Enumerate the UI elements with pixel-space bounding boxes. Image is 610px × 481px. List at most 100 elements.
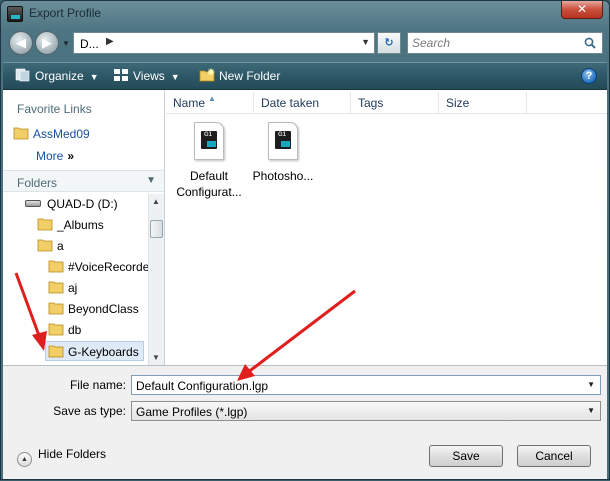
views-icon <box>114 69 128 81</box>
column-label: Name <box>173 96 206 110</box>
address-path: D... <box>80 37 99 51</box>
tree-item-db[interactable]: db <box>48 320 81 340</box>
folder-icon <box>48 345 64 358</box>
save-as-type-dropdown-icon[interactable]: ▼ <box>587 406 595 415</box>
save-as-type-select[interactable]: Game Profiles (*.lgp) ▼ <box>131 401 601 421</box>
more-arrows-icon: » <box>67 149 74 163</box>
save-as-type-value: Game Profiles (*.lgp) <box>136 405 248 419</box>
file-label-line: Configurat... <box>176 185 242 199</box>
title-bar: Export Profile ✕ <box>1 1 609 27</box>
export-profile-dialog: Export Profile ✕ ◀ ▶ ▼ D... ▶ ▼ ↻ Search… <box>0 0 610 480</box>
folder-tree-scrollbar[interactable]: ▲ ▼ <box>148 194 164 365</box>
address-bar[interactable]: D... ▶ ▼ <box>73 32 375 54</box>
organize-menu[interactable]: Organize ▼ <box>15 68 99 86</box>
forward-button[interactable]: ▶ <box>35 31 59 55</box>
file-item-default-configuration[interactable]: G1 Default Configurat... <box>176 122 242 200</box>
refresh-icon: ↻ <box>384 37 394 49</box>
views-menu[interactable]: Views ▼ <box>113 68 180 86</box>
favorite-link-assmed09[interactable]: AssMed09 <box>13 126 90 141</box>
forward-arrow-icon: ▶ <box>42 35 52 50</box>
back-button[interactable]: ◀ <box>9 31 33 55</box>
lgp-file-icon: G1 <box>194 122 224 160</box>
column-header-date-taken[interactable]: Date taken <box>254 92 351 114</box>
more-label: More <box>36 149 64 163</box>
tree-item-aj[interactable]: aj <box>48 278 77 298</box>
save-button[interactable]: Save <box>429 445 503 467</box>
sort-ascending-icon: ▲ <box>208 94 216 103</box>
tree-item-voicerecorder[interactable]: #VoiceRecorder <box>48 257 148 277</box>
navigation-bar: ◀ ▶ ▼ D... ▶ ▼ ↻ <box>1 27 609 61</box>
search-input[interactable] <box>412 35 572 51</box>
folders-collapse-icon: ▼ <box>146 175 156 186</box>
new-folder-label: New Folder <box>219 69 281 83</box>
tree-item-label: db <box>68 323 82 337</box>
scroll-up-icon[interactable]: ▲ <box>152 197 160 206</box>
favorites-more-link[interactable]: More» <box>36 149 74 163</box>
lgp-file-icon: G1 <box>268 122 298 160</box>
organize-label: Organize <box>35 69 84 83</box>
new-folder-button[interactable]: New Folder <box>199 68 280 86</box>
app-icon <box>7 6 23 22</box>
folder-tree: QUAD-D (D:) _Albums a #VoiceRecorder aj … <box>3 194 148 365</box>
column-header-size[interactable]: Size <box>439 92 527 114</box>
browse-panes: Favorite Links AssMed09 More» Folders ▼ … <box>3 90 607 365</box>
folder-icon <box>48 323 64 336</box>
file-label-line: Photosho... <box>252 169 314 183</box>
tree-item-label: G-Keyboards <box>68 345 139 359</box>
folder-icon <box>48 281 64 294</box>
column-headers: ▲ Name Date taken Tags Size <box>166 90 607 114</box>
breadcrumb-chevron-icon[interactable]: ▶ <box>106 36 114 47</box>
file-name-value[interactable]: Default Configuration.lgp <box>136 379 268 393</box>
tree-item-label: _Albums <box>57 218 104 232</box>
refresh-button[interactable]: ↻ <box>377 32 401 54</box>
help-icon[interactable]: ? <box>581 68 597 84</box>
search-box[interactable] <box>407 32 603 54</box>
folder-icon <box>37 218 53 231</box>
chevron-up-icon: ▲ <box>17 452 32 467</box>
back-arrow-icon: ◀ <box>16 35 26 50</box>
folder-icon <box>48 302 64 315</box>
file-label: Default Configurat... <box>176 168 242 200</box>
command-toolbar: Organize ▼ Views ▼ New Folder ? <box>3 62 607 90</box>
tree-item-beyondclass[interactable]: BeyondClass <box>48 299 139 319</box>
file-name-dropdown-icon[interactable]: ▼ <box>587 380 595 389</box>
column-header-name[interactable]: ▲ Name <box>166 92 254 114</box>
file-list-pane: ▲ Name Date taken Tags Size G1 Default C… <box>166 90 607 365</box>
tree-item-label: aj <box>68 281 78 295</box>
new-folder-icon <box>199 68 215 82</box>
tree-item-quad-d[interactable]: QUAD-D (D:) <box>25 194 118 214</box>
file-name-field[interactable]: Default Configuration.lgp ▼ <box>131 375 601 395</box>
column-label: Tags <box>358 96 384 110</box>
search-icon[interactable] <box>584 37 596 49</box>
organize-caret-icon: ▼ <box>89 72 99 82</box>
folder-icon <box>48 260 64 273</box>
folders-title: Folders <box>17 176 58 190</box>
tree-item-label: #VoiceRecorder <box>68 260 148 274</box>
favorite-link-label: AssMed09 <box>33 127 90 141</box>
tree-item-a[interactable]: a <box>37 236 64 256</box>
address-dropdown-icon[interactable]: ▼ <box>361 37 370 47</box>
recent-pages-dropdown[interactable]: ▼ <box>62 39 70 48</box>
file-item-photoshop[interactable]: G1 Photosho... <box>250 122 316 184</box>
favorite-links-title: Favorite Links <box>17 102 92 116</box>
cancel-button[interactable]: Cancel <box>517 445 591 467</box>
tree-item-albums[interactable]: _Albums <box>37 215 104 235</box>
tree-item-g-keyboards[interactable]: G-Keyboards <box>45 341 144 361</box>
save-as-type-label: Save as type: <box>53 404 126 418</box>
hide-folders-toggle[interactable]: ▲ Hide Folders <box>17 447 106 467</box>
hide-folders-label: Hide Folders <box>38 447 107 461</box>
navigation-pane: Favorite Links AssMed09 More» Folders ▼ … <box>3 90 165 365</box>
file-label: Photosho... <box>250 168 316 184</box>
tree-item-label: a <box>57 239 64 253</box>
drive-icon <box>25 200 41 207</box>
save-form: File name: Default Configuration.lgp ▼ S… <box>3 365 607 479</box>
scrollbar-thumb[interactable] <box>150 220 163 238</box>
column-label: Size <box>446 96 470 110</box>
file-icon-tag: G1 <box>204 132 213 138</box>
column-header-tags[interactable]: Tags <box>351 92 439 114</box>
file-icon-tag: G1 <box>278 132 287 138</box>
folders-header[interactable]: Folders ▼ <box>3 170 164 192</box>
window-title: Export Profile <box>29 6 102 20</box>
scroll-down-icon[interactable]: ▼ <box>152 353 160 362</box>
close-button[interactable]: ✕ <box>561 1 603 19</box>
